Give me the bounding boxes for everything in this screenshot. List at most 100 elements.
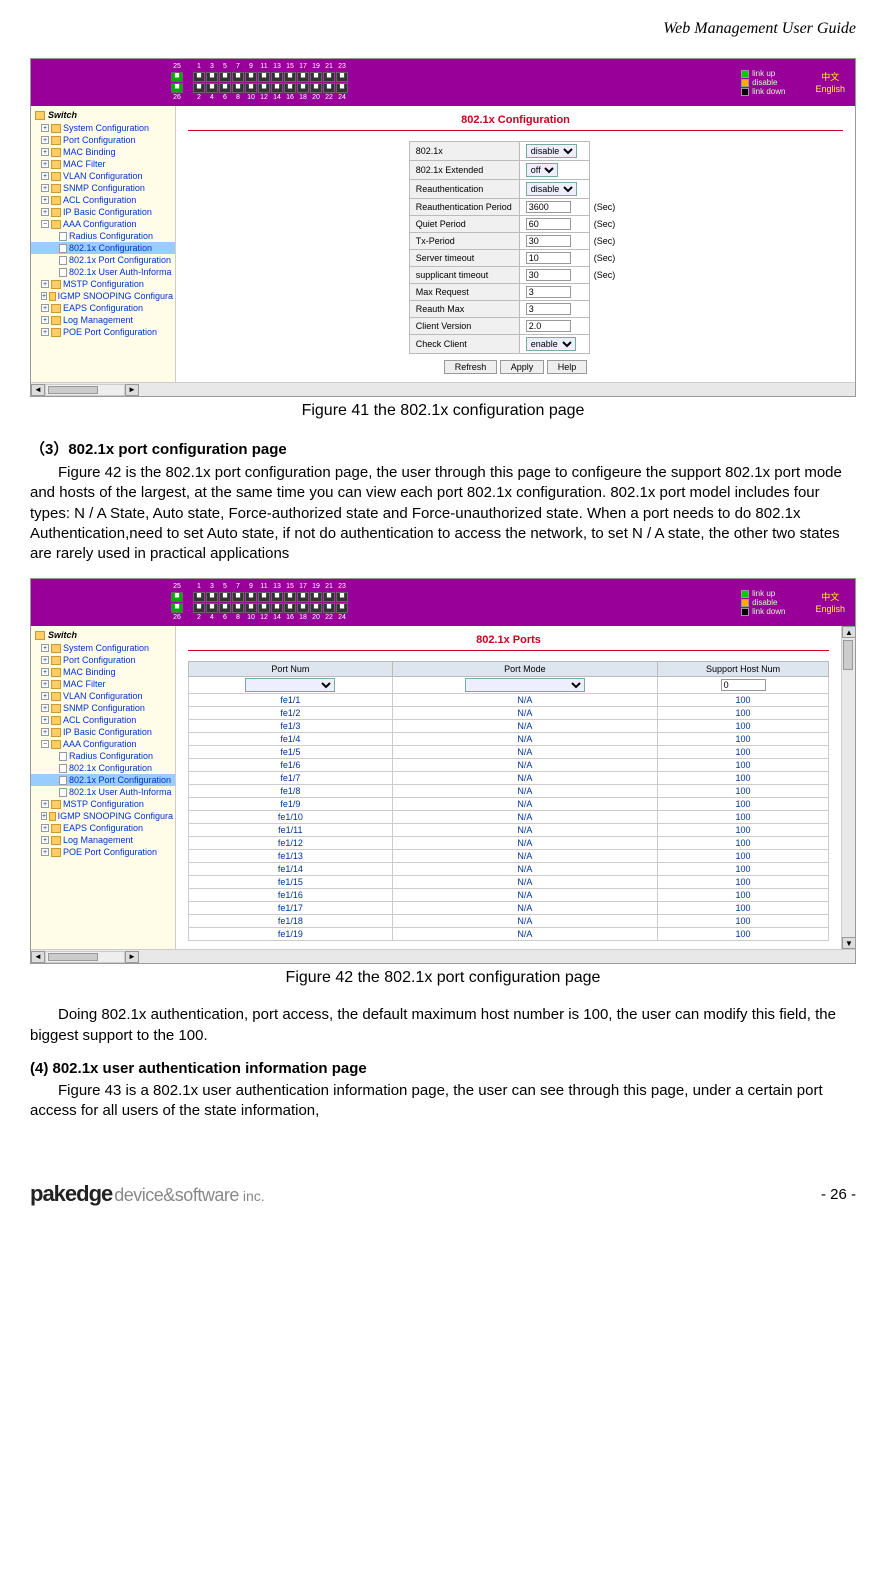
sidebar-item[interactable]: +POE Port Configuration	[31, 846, 175, 858]
sidebar-item[interactable]: +EAPS Configuration	[31, 302, 175, 314]
scroll-right-icon[interactable]: ►	[125, 951, 139, 963]
config-select[interactable]: disable	[526, 182, 577, 196]
sidebar-item[interactable]: +IGMP SNOOPING Configura	[31, 290, 175, 302]
sidebar-child-item[interactable]: 802.1x User Auth-Informa	[31, 786, 175, 798]
sidebar-item[interactable]: −AAA Configuration	[31, 738, 175, 750]
config-select[interactable]: enable	[526, 337, 576, 351]
apply-button[interactable]: Apply	[500, 360, 545, 374]
sidebar-item[interactable]: +ACL Configuration	[31, 714, 175, 726]
config-input[interactable]	[526, 320, 571, 332]
sidebar-child-item[interactable]: 802.1x Port Configuration	[31, 254, 175, 266]
sidebar-item[interactable]: +Log Management	[31, 834, 175, 846]
sidebar-item[interactable]: +MSTP Configuration	[31, 278, 175, 290]
sidebar-item[interactable]: +MAC Binding	[31, 666, 175, 678]
config-input[interactable]	[526, 201, 571, 213]
sidebar-item[interactable]: +EAPS Configuration	[31, 822, 175, 834]
sidebar-item[interactable]: +Port Configuration	[31, 134, 175, 146]
scrollbar-horizontal[interactable]: ◄ ►	[31, 382, 855, 396]
config-input[interactable]	[526, 286, 571, 298]
sidebar-child-item[interactable]: 802.1x Port Configuration	[31, 774, 175, 786]
minus-icon[interactable]: −	[41, 220, 49, 228]
sidebar-item[interactable]: +MAC Filter	[31, 678, 175, 690]
sidebar-child-item[interactable]: 802.1x User Auth-Informa	[31, 266, 175, 278]
sidebar-child-item[interactable]: 802.1x Configuration	[31, 762, 175, 774]
plus-icon[interactable]: +	[41, 848, 49, 856]
sidebar-item[interactable]: +SNMP Configuration	[31, 702, 175, 714]
sidebar-item[interactable]: +SNMP Configuration	[31, 182, 175, 194]
sidebar-child-item[interactable]: 802.1x Configuration	[31, 242, 175, 254]
scrollbar-horizontal[interactable]: ◄ ►	[31, 949, 855, 963]
sidebar-item[interactable]: +IP Basic Configuration	[31, 726, 175, 738]
sidebar-item[interactable]: +System Configuration	[31, 122, 175, 134]
plus-icon[interactable]: +	[41, 196, 49, 204]
plus-icon[interactable]: +	[41, 668, 49, 676]
plus-icon[interactable]: +	[41, 644, 49, 652]
config-select[interactable]: disable	[526, 144, 577, 158]
plus-icon[interactable]: +	[41, 280, 49, 288]
tree-root[interactable]: Switch	[31, 628, 175, 642]
scroll-right-icon[interactable]: ►	[125, 384, 139, 396]
plus-icon[interactable]: +	[41, 148, 49, 156]
plus-icon[interactable]: +	[41, 316, 49, 324]
plus-icon[interactable]: +	[41, 716, 49, 724]
plus-icon[interactable]: +	[41, 160, 49, 168]
sidebar-item[interactable]: +VLAN Configuration	[31, 690, 175, 702]
sidebar-item[interactable]: +POE Port Configuration	[31, 326, 175, 338]
plus-icon[interactable]: +	[41, 124, 49, 132]
sidebar-item[interactable]: +ACL Configuration	[31, 194, 175, 206]
config-select[interactable]: off	[526, 163, 558, 177]
plus-icon[interactable]: +	[41, 728, 49, 736]
plus-icon[interactable]: +	[41, 680, 49, 688]
plus-icon[interactable]: +	[41, 836, 49, 844]
config-input[interactable]	[526, 235, 571, 247]
minus-icon[interactable]: −	[41, 740, 49, 748]
plus-icon[interactable]: +	[41, 208, 49, 216]
config-input[interactable]	[526, 269, 571, 281]
lang-chinese[interactable]: 中文	[815, 71, 845, 83]
config-input[interactable]	[526, 303, 571, 315]
refresh-button[interactable]: Refresh	[444, 360, 498, 374]
scroll-down-icon[interactable]: ▼	[842, 937, 856, 949]
plus-icon[interactable]: +	[41, 304, 49, 312]
plus-icon[interactable]: +	[41, 800, 49, 808]
config-input[interactable]	[526, 218, 571, 230]
plus-icon[interactable]: +	[41, 656, 49, 664]
sidebar-item[interactable]: +IP Basic Configuration	[31, 206, 175, 218]
sidebar-item[interactable]: +VLAN Configuration	[31, 170, 175, 182]
sidebar-item[interactable]: −AAA Configuration	[31, 218, 175, 230]
tree-root[interactable]: Switch	[31, 108, 175, 122]
scroll-left-icon[interactable]: ◄	[31, 384, 45, 396]
plus-icon[interactable]: +	[41, 136, 49, 144]
scrollbar-vertical[interactable]: ▲ ▼	[841, 626, 855, 949]
port-indicator: ⯀	[193, 72, 205, 82]
plus-icon[interactable]: +	[41, 704, 49, 712]
scroll-left-icon[interactable]: ◄	[31, 951, 45, 963]
host-input[interactable]	[721, 679, 766, 691]
plus-icon[interactable]: +	[41, 824, 49, 832]
sidebar-item[interactable]: +MAC Filter	[31, 158, 175, 170]
sidebar-item[interactable]: +MAC Binding	[31, 146, 175, 158]
sidebar-item[interactable]: +Port Configuration	[31, 654, 175, 666]
plus-icon[interactable]: +	[41, 172, 49, 180]
lang-english[interactable]: English	[815, 603, 845, 615]
config-input[interactable]	[526, 252, 571, 264]
plus-icon[interactable]: +	[41, 184, 49, 192]
help-button[interactable]: Help	[547, 360, 588, 374]
scroll-up-icon[interactable]: ▲	[842, 626, 856, 638]
lang-chinese[interactable]: 中文	[815, 591, 845, 603]
sidebar-item[interactable]: +MSTP Configuration	[31, 798, 175, 810]
lang-english[interactable]: English	[815, 83, 845, 95]
language-switch[interactable]: 中文 English	[815, 71, 845, 95]
plus-icon[interactable]: +	[41, 292, 47, 300]
plus-icon[interactable]: +	[41, 328, 49, 336]
plus-icon[interactable]: +	[41, 692, 49, 700]
sidebar-item[interactable]: +IGMP SNOOPING Configura	[31, 810, 175, 822]
port-select[interactable]	[245, 678, 335, 692]
sidebar-child-item[interactable]: Radius Configuration	[31, 230, 175, 242]
sidebar-item[interactable]: +System Configuration	[31, 642, 175, 654]
mode-select[interactable]	[465, 678, 585, 692]
sidebar-child-item[interactable]: Radius Configuration	[31, 750, 175, 762]
language-switch[interactable]: 中文 English	[815, 591, 845, 615]
plus-icon[interactable]: +	[41, 812, 47, 820]
sidebar-item[interactable]: +Log Management	[31, 314, 175, 326]
